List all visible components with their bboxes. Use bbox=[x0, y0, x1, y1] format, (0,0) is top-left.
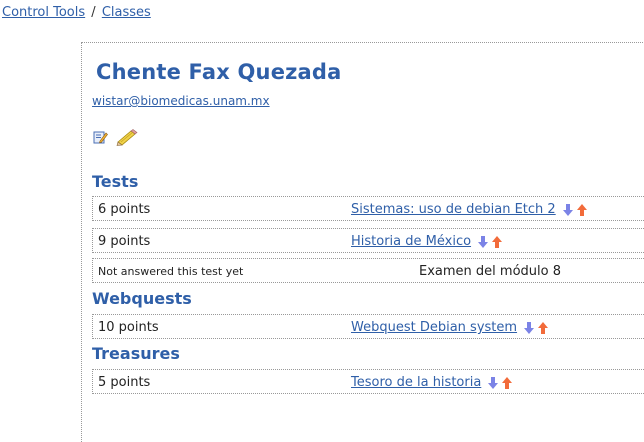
action-icons bbox=[92, 128, 142, 148]
breadcrumb-classes-link[interactable]: Classes bbox=[102, 5, 151, 20]
sort-arrows bbox=[477, 234, 503, 249]
breadcrumb-control-tools-link[interactable]: Control Tools bbox=[2, 5, 85, 20]
sort-arrows bbox=[523, 320, 549, 335]
test-name: Examen del módulo 8 bbox=[419, 264, 561, 279]
webquest-link[interactable]: Webquest Debian system bbox=[351, 320, 517, 335]
arrow-down-icon[interactable] bbox=[478, 235, 489, 248]
edit-icon[interactable] bbox=[92, 129, 108, 149]
sort-arrows bbox=[562, 202, 588, 217]
arrow-up-icon[interactable] bbox=[492, 235, 503, 248]
table-row: Not answered this test yet Examen del mó… bbox=[92, 258, 644, 283]
arrow-down-icon[interactable] bbox=[524, 321, 535, 334]
points-value: 5 points bbox=[98, 375, 151, 390]
treasure-link[interactable]: Tesoro de la historia bbox=[351, 375, 481, 390]
student-name: Chente Fax Quezada bbox=[96, 60, 342, 84]
section-title-treasures: Treasures bbox=[92, 344, 180, 363]
test-link[interactable]: Historia de México bbox=[351, 234, 471, 249]
arrow-up-icon[interactable] bbox=[502, 376, 513, 389]
table-row: 10 points Webquest Debian system bbox=[92, 314, 644, 339]
test-item: Sistemas: uso de debian Etch 2 bbox=[351, 202, 588, 217]
test-link[interactable]: Sistemas: uso de debian Etch 2 bbox=[351, 202, 556, 217]
pencil-icon[interactable] bbox=[116, 128, 138, 150]
breadcrumb-separator: / bbox=[91, 5, 96, 20]
arrow-down-icon[interactable] bbox=[488, 376, 499, 389]
arrow-down-icon[interactable] bbox=[562, 203, 573, 216]
webquest-item: Webquest Debian system bbox=[351, 320, 549, 335]
section-title-webquests: Webquests bbox=[92, 289, 192, 308]
treasure-item: Tesoro de la historia bbox=[351, 375, 513, 390]
points-value: 6 points bbox=[98, 202, 151, 217]
points-value: 10 points bbox=[98, 320, 159, 335]
sort-arrows bbox=[487, 375, 513, 390]
table-row: 6 points Sistemas: uso de debian Etch 2 bbox=[92, 196, 644, 221]
arrow-up-icon[interactable] bbox=[538, 321, 549, 334]
points-value: Not answered this test yet bbox=[98, 265, 244, 278]
points-value: 9 points bbox=[98, 234, 151, 249]
student-email-link[interactable]: wistar@biomedicas.unam.mx bbox=[92, 94, 270, 108]
table-row: 5 points Tesoro de la historia bbox=[92, 369, 644, 394]
arrow-up-icon[interactable] bbox=[576, 203, 587, 216]
test-item: Historia de México bbox=[351, 234, 503, 249]
table-row: 9 points Historia de México bbox=[92, 228, 644, 253]
student-card: Chente Fax Quezada wistar@biomedicas.una… bbox=[81, 42, 644, 442]
section-title-tests: Tests bbox=[92, 172, 139, 191]
breadcrumb: Control Tools / Classes bbox=[2, 5, 151, 20]
